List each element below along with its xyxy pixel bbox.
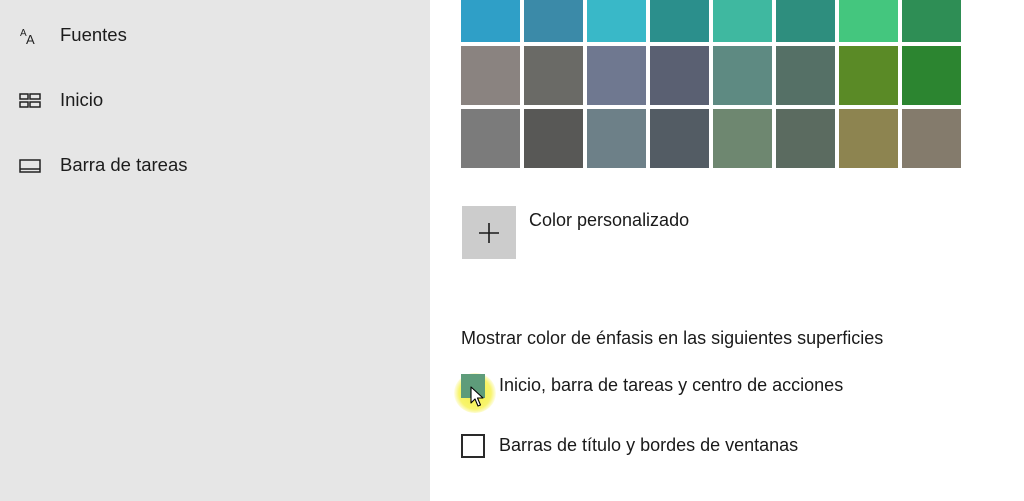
settings-sidebar: A A Fuentes Inicio Barra de tareas [0,0,430,501]
color-swatch[interactable] [839,0,898,42]
plus-icon [479,223,499,243]
color-swatch[interactable] [587,0,646,42]
color-swatch[interactable] [524,0,583,42]
color-swatch[interactable] [524,109,583,168]
sidebar-item-label: Fuentes [60,24,127,45]
color-swatch[interactable] [713,109,772,168]
color-swatch[interactable] [776,109,835,168]
sidebar-item-label: Barra de tareas [60,154,188,175]
fonts-icon: A A [19,25,41,47]
start-icon [19,90,41,112]
custom-color-label: Color personalizado [529,210,690,230]
color-swatch[interactable] [650,0,709,42]
color-swatch[interactable] [461,0,520,42]
accent-surfaces-heading: Mostrar color de énfasis en las siguient… [461,328,884,348]
checkbox-box[interactable] [461,434,485,458]
color-swatch[interactable] [461,46,520,105]
checkbox-box[interactable] [461,374,485,398]
color-swatch[interactable] [461,109,520,168]
sidebar-item-label: Inicio [60,89,104,110]
color-swatch[interactable] [902,109,961,168]
checkbox-title-bars-window-borders[interactable]: Barras de título y bordes de ventanas [461,434,841,464]
taskbar-icon [19,155,41,177]
color-swatch[interactable] [902,46,961,105]
color-swatch[interactable] [587,109,646,168]
color-swatch[interactable] [650,109,709,168]
color-swatch[interactable] [902,0,961,42]
color-swatch[interactable] [713,46,772,105]
color-swatch[interactable] [839,109,898,168]
checkbox-start-taskbar-action-center[interactable]: Inicio, barra de tareas y centro de acci… [461,374,881,404]
color-swatch[interactable] [776,0,835,42]
sidebar-item-fuentes[interactable]: A A Fuentes [0,8,430,64]
color-swatch[interactable] [713,0,772,42]
color-swatch[interactable] [587,46,646,105]
sidebar-item-inicio[interactable]: Inicio [0,73,430,129]
checkbox-label: Barras de título y bordes de ventanas [499,435,799,455]
color-swatch[interactable] [524,46,583,105]
color-swatch[interactable] [839,46,898,105]
svg-text:A: A [26,32,35,47]
color-swatch[interactable] [650,46,709,105]
sidebar-item-barra-de-tareas[interactable]: Barra de tareas [0,138,430,194]
colors-panel: Color personalizado Mostrar color de énf… [430,0,1024,501]
checkbox-label: Inicio, barra de tareas y centro de acci… [499,375,844,395]
color-swatch-grid [461,0,961,168]
color-swatch[interactable] [776,46,835,105]
custom-color-button[interactable] [462,206,516,259]
